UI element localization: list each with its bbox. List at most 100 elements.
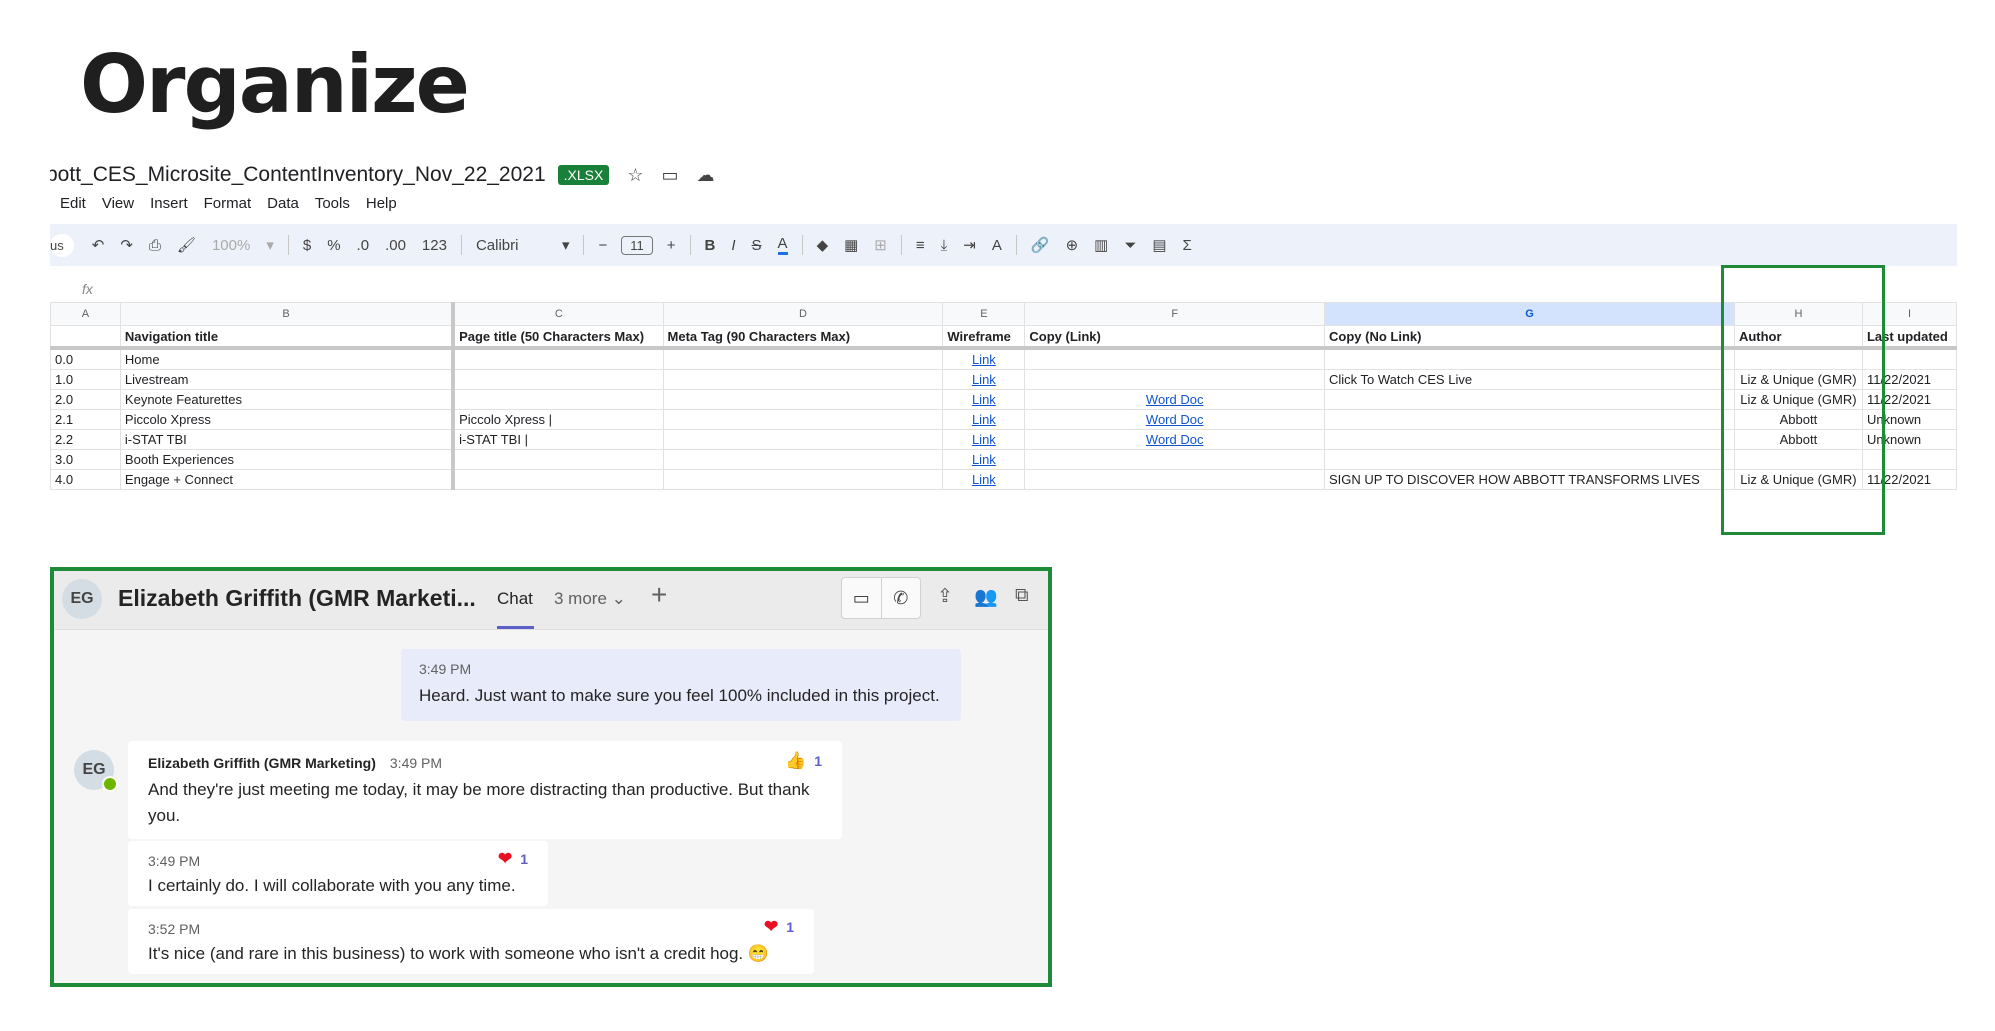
chat-message-received[interactable]: Elizabeth Griffith (GMR Marketing) 3:49 P… <box>128 741 842 839</box>
cell[interactable]: Link <box>942 389 1026 410</box>
text-rotation-icon[interactable]: A <box>992 237 1002 254</box>
column-header-a[interactable]: A <box>50 302 121 326</box>
functions-button[interactable]: Σ <box>1183 237 1192 254</box>
wireframe-link[interactable]: Link <box>972 452 996 467</box>
move-folder-icon[interactable]: ▭ <box>662 165 679 186</box>
add-tab-button[interactable]: + <box>651 579 667 611</box>
more-tabs-button[interactable]: 3 more ⌄ <box>554 589 626 609</box>
audio-call-icon[interactable]: ✆ <box>882 578 921 618</box>
doc-title[interactable]: bott_CES_Microsite_ContentInventory_Nov_… <box>50 163 546 187</box>
column-header-e[interactable]: E <box>942 302 1026 326</box>
header-cell[interactable]: Meta Tag (90 Characters Max) <box>662 325 944 350</box>
cell[interactable]: SIGN UP TO DISCOVER HOW ABBOTT TRANSFORM… <box>1324 469 1735 490</box>
column-header-c[interactable]: C <box>452 302 664 326</box>
column-header-g[interactable]: G <box>1324 302 1735 326</box>
share-screen-icon[interactable]: ⇪ <box>937 585 953 608</box>
font-size-input[interactable]: 11 <box>621 235 653 255</box>
cell[interactable]: Home <box>119 347 456 370</box>
video-call-icon[interactable]: ▭ <box>842 578 882 618</box>
currency-button[interactable]: $ <box>303 237 311 254</box>
vertical-align-icon[interactable]: ⤓ <box>941 237 948 254</box>
wireframe-link[interactable]: Link <box>972 432 996 447</box>
menu-view[interactable]: View <box>102 195 134 212</box>
cell[interactable]: Piccolo Xpress <box>119 409 456 430</box>
redo-icon[interactable]: ↷ <box>120 236 133 254</box>
column-header-f[interactable]: F <box>1024 302 1326 326</box>
decrease-decimal-button[interactable]: .0 <box>357 237 370 254</box>
cell[interactable] <box>1324 429 1735 450</box>
header-cell[interactable]: Wireframe <box>942 325 1026 350</box>
cell[interactable] <box>662 369 944 390</box>
menu-search[interactable]: us <box>50 233 74 257</box>
star-icon[interactable]: ☆ <box>627 165 643 186</box>
insert-link-icon[interactable]: 🔗 <box>1031 236 1050 254</box>
cell[interactable]: 2.2 <box>50 429 121 450</box>
cell[interactable]: Booth Experiences <box>119 449 456 470</box>
font-dropdown-icon[interactable]: ▾ <box>562 236 570 254</box>
cell[interactable]: Engage + Connect <box>119 469 456 490</box>
cell[interactable]: 2.1 <box>50 409 121 430</box>
cell[interactable]: Word Doc <box>1024 389 1326 410</box>
cell[interactable] <box>452 469 664 490</box>
header-cell[interactable]: Page title (50 Characters Max) <box>452 325 664 350</box>
cell[interactable]: 0.0 <box>50 347 121 370</box>
cell[interactable] <box>452 449 664 470</box>
cloud-status-icon[interactable]: ☁ <box>697 165 715 186</box>
cell[interactable]: Link <box>942 449 1026 470</box>
italic-button[interactable]: I <box>731 237 735 254</box>
cell[interactable]: i-STAT TBI <box>119 429 456 450</box>
merge-cells-icon[interactable]: ⊞ <box>874 236 887 254</box>
cell[interactable]: Piccolo Xpress | <box>452 409 664 430</box>
cell[interactable]: Link <box>942 469 1026 490</box>
font-select[interactable]: Calibri <box>476 237 546 254</box>
cell[interactable]: i-STAT TBI | <box>452 429 664 450</box>
tab-chat[interactable]: Chat <box>497 589 533 609</box>
cell[interactable]: Link <box>942 369 1026 390</box>
add-people-icon[interactable]: 👥 <box>974 585 998 609</box>
reaction-badge[interactable]: ❤ 1 <box>764 917 794 937</box>
chat-message-sent[interactable]: 3:49 PM Heard. Just want to make sure yo… <box>401 649 961 721</box>
menu-help[interactable]: Help <box>366 195 397 212</box>
cell[interactable] <box>452 347 664 370</box>
pop-out-icon[interactable]: ⧉ <box>1015 585 1029 607</box>
header-cell[interactable]: Copy (No Link) <box>1324 325 1735 350</box>
menu-tools[interactable]: Tools <box>315 195 350 212</box>
cell[interactable] <box>1324 347 1735 370</box>
cell[interactable] <box>662 409 944 430</box>
column-header-b[interactable]: B <box>119 302 456 326</box>
cell[interactable] <box>1024 449 1326 470</box>
cell[interactable] <box>662 347 944 370</box>
insert-chart-icon[interactable]: ▥ <box>1094 236 1108 254</box>
percent-button[interactable]: % <box>327 237 340 254</box>
cell[interactable]: Keynote Featurettes <box>119 389 456 410</box>
text-color-button[interactable]: A <box>777 235 788 255</box>
bold-button[interactable]: B <box>705 237 716 254</box>
insert-comment-icon[interactable]: ⊕ <box>1066 236 1079 254</box>
undo-icon[interactable]: ↶ <box>92 236 105 254</box>
borders-icon[interactable]: ▦ <box>844 236 858 254</box>
cell[interactable]: Livestream <box>119 369 456 390</box>
cell[interactable] <box>1324 409 1735 430</box>
cell[interactable] <box>662 429 944 450</box>
fill-color-icon[interactable]: ◆ <box>817 236 829 254</box>
cell[interactable] <box>662 469 944 490</box>
formula-bar[interactable]: fx <box>50 274 1957 304</box>
wireframe-link[interactable]: Link <box>972 392 996 407</box>
filter-icon[interactable]: ⏷ <box>1124 237 1136 254</box>
cell[interactable]: 4.0 <box>50 469 121 490</box>
header-cell[interactable]: Navigation title <box>119 325 456 350</box>
wireframe-link[interactable]: Link <box>972 412 996 427</box>
cell[interactable] <box>452 389 664 410</box>
cell[interactable]: Link <box>942 429 1026 450</box>
cell[interactable] <box>1024 369 1326 390</box>
reaction-badge[interactable]: 👍 1 <box>785 751 822 771</box>
font-size-decrease-button[interactable]: − <box>598 237 607 254</box>
zoom-dropdown-icon[interactable]: ▾ <box>266 236 274 254</box>
filter-views-icon[interactable]: ▤ <box>1152 236 1166 254</box>
chat-message-sent[interactable]: 3:52 PM It's nice (and rare in this busi… <box>128 909 814 974</box>
cell[interactable] <box>662 449 944 470</box>
cell[interactable]: Click To Watch CES Live <box>1324 369 1735 390</box>
cell[interactable]: 2.0 <box>50 389 121 410</box>
cell[interactable] <box>1024 347 1326 370</box>
cell[interactable] <box>662 389 944 410</box>
